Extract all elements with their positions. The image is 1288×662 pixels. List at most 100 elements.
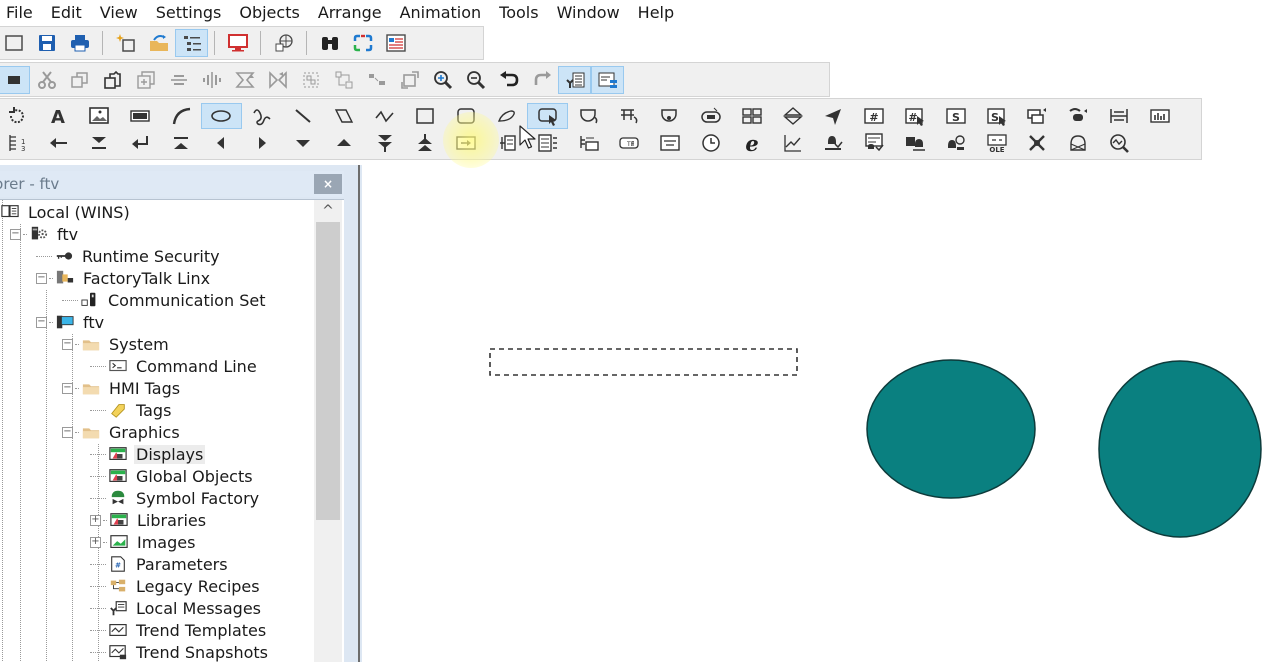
tree-item-symbol-factory[interactable]: Symbol Factory	[90, 487, 261, 509]
duplicate-button[interactable]	[129, 66, 162, 94]
collapse-icon[interactable]: −	[62, 382, 73, 394]
string-display-tool-button[interactable]: S	[935, 103, 976, 129]
scroll-thumb[interactable]	[316, 222, 340, 520]
ellipse-object-2[interactable]	[1098, 360, 1262, 538]
property-panel-button[interactable]	[558, 65, 591, 94]
display-canvas[interactable]	[370, 160, 1288, 662]
open-folder-button[interactable]	[142, 29, 175, 57]
tree-vertical-scrollbar[interactable]: ^	[314, 200, 342, 662]
copy-button[interactable]	[63, 66, 96, 94]
menu-edit[interactable]: Edit	[45, 0, 88, 26]
ellipse-object-1[interactable]	[866, 359, 1036, 499]
multistate-button-tool-button[interactable]	[691, 103, 732, 129]
panel-splitter[interactable]	[344, 165, 360, 662]
object-properties-button[interactable]	[591, 65, 624, 94]
momentary-button-tool-button[interactable]	[568, 103, 609, 129]
tree-item-trend-templates[interactable]: Trend Templates	[90, 619, 268, 641]
menu-tools[interactable]: Tools	[493, 0, 544, 26]
tab-key-tool-button[interactable]	[446, 130, 487, 156]
ole-object-tool-button[interactable]: OLE	[976, 130, 1017, 156]
scroll-up-arrow-icon[interactable]: ^	[314, 202, 342, 220]
tree-item-factorytalk-linx[interactable]: − FactoryTalk Linx	[36, 267, 212, 289]
menu-animation[interactable]: Animation	[394, 0, 488, 26]
zoom-in-button[interactable]	[426, 66, 459, 94]
cross-reference-button[interactable]	[346, 29, 379, 57]
rotate-tool-button[interactable]	[0, 103, 38, 129]
image-tool-button[interactable]	[79, 103, 120, 129]
move-right-tool-button[interactable]	[242, 130, 283, 156]
tree-item-images[interactable]: + Images	[90, 531, 197, 553]
recipe-tool-button[interactable]	[1058, 130, 1099, 156]
collapse-icon[interactable]: −	[36, 272, 47, 284]
tag-label-tool-button[interactable]: TE	[609, 130, 650, 156]
numeric-display-tool-button[interactable]: #	[854, 103, 895, 129]
collapse-icon[interactable]: −	[36, 316, 47, 328]
paste-button[interactable]	[96, 66, 129, 94]
tree-item-hmi-tags[interactable]: − HMI Tags	[62, 377, 182, 399]
bar-graph-tool-button[interactable]	[1139, 103, 1180, 129]
resize-button[interactable]	[393, 66, 426, 94]
tree-item-parameters[interactable]: # Parameters	[90, 553, 230, 575]
page-down-tool-button[interactable]	[364, 130, 405, 156]
explorer-title-bar[interactable]: lorer - ftv	[0, 171, 350, 197]
tree-item-tags[interactable]: Tags	[90, 399, 173, 421]
zoom-out-button[interactable]	[459, 66, 492, 94]
tree-item-global-objects[interactable]: Global Objects	[90, 465, 255, 487]
polyline-tool-button[interactable]	[364, 103, 405, 129]
control-list-tool-button[interactable]	[568, 130, 609, 156]
move-down-tool-button[interactable]	[283, 130, 324, 156]
tree-item-command-line[interactable]: Command Line	[90, 355, 259, 377]
web-browser-tool-button[interactable]: e	[731, 130, 772, 156]
home-key-tool-button[interactable]	[160, 130, 201, 156]
numeric-input-tool-button[interactable]: #	[895, 103, 936, 129]
maintained-button-tool-button[interactable]	[609, 103, 650, 129]
alarm-list-tool-button[interactable]	[895, 130, 936, 156]
line-tool-button[interactable]	[283, 103, 324, 129]
new-display-button[interactable]	[0, 29, 30, 57]
list-indicator-tool-button[interactable]: 13	[0, 130, 38, 156]
find-binoculars-button[interactable]	[313, 29, 346, 57]
tree-item-local-wins[interactable]: Local (WINS)	[0, 201, 132, 223]
tree-item-legacy-recipes[interactable]: Legacy Recipes	[90, 575, 262, 597]
trend-snapshot-tool-button[interactable]	[1099, 130, 1140, 156]
test-display-button[interactable]	[221, 29, 254, 57]
tree-item-communication-set[interactable]: Communication Set	[62, 289, 267, 311]
gauge-tool-button[interactable]	[1099, 103, 1140, 129]
object-explorer-button[interactable]	[379, 29, 412, 57]
menu-objects[interactable]: Objects	[233, 0, 305, 26]
align-middle-button[interactable]	[162, 66, 195, 94]
string-input-tool-button[interactable]: S	[976, 103, 1017, 129]
ellipse-tool-button[interactable]	[200, 103, 242, 129]
rectangle-tool-button[interactable]	[405, 103, 446, 129]
enter-key-tool-button[interactable]	[119, 130, 160, 156]
page-up-tool-button[interactable]	[405, 130, 446, 156]
polygon-tool-button[interactable]	[323, 103, 364, 129]
align-center-button[interactable]	[195, 66, 228, 94]
tree-item-local-messages[interactable]: Local Messages	[90, 597, 263, 619]
menu-file[interactable]: File	[0, 0, 39, 26]
tree-item-runtime-security[interactable]: Runtime Security	[36, 245, 222, 267]
time-date-tool-button[interactable]	[691, 130, 732, 156]
alarm-status-tool-button[interactable]	[935, 130, 976, 156]
backspace-key-tool-button[interactable]	[38, 130, 79, 156]
cut-button[interactable]	[30, 66, 63, 94]
menu-view[interactable]: View	[94, 0, 144, 26]
bring-to-front-button[interactable]	[228, 66, 261, 94]
button-tool-button[interactable]	[527, 103, 569, 129]
collapse-icon[interactable]: −	[62, 338, 73, 350]
tree-item-graphics[interactable]: − Graphics	[62, 421, 182, 443]
wedge-tool-button[interactable]	[487, 103, 528, 129]
space-button[interactable]	[360, 66, 393, 94]
menu-help[interactable]: Help	[632, 0, 680, 26]
alarm-banner-tool-button[interactable]	[813, 130, 854, 156]
trend-tool-button[interactable]	[772, 130, 813, 156]
redo-button[interactable]	[525, 66, 558, 94]
print-button[interactable]	[63, 29, 96, 57]
panel-tool-button[interactable]	[119, 103, 160, 129]
new-component-button[interactable]	[109, 29, 142, 57]
tree-item-trend-snapshots[interactable]: Trend Snapshots	[90, 641, 270, 662]
piloted-control-list-tool-button[interactable]	[487, 130, 528, 156]
indicator-tool-button[interactable]	[1017, 103, 1058, 129]
collapse-icon[interactable]: −	[10, 228, 21, 240]
ramp-button-tool-button[interactable]	[772, 103, 813, 129]
